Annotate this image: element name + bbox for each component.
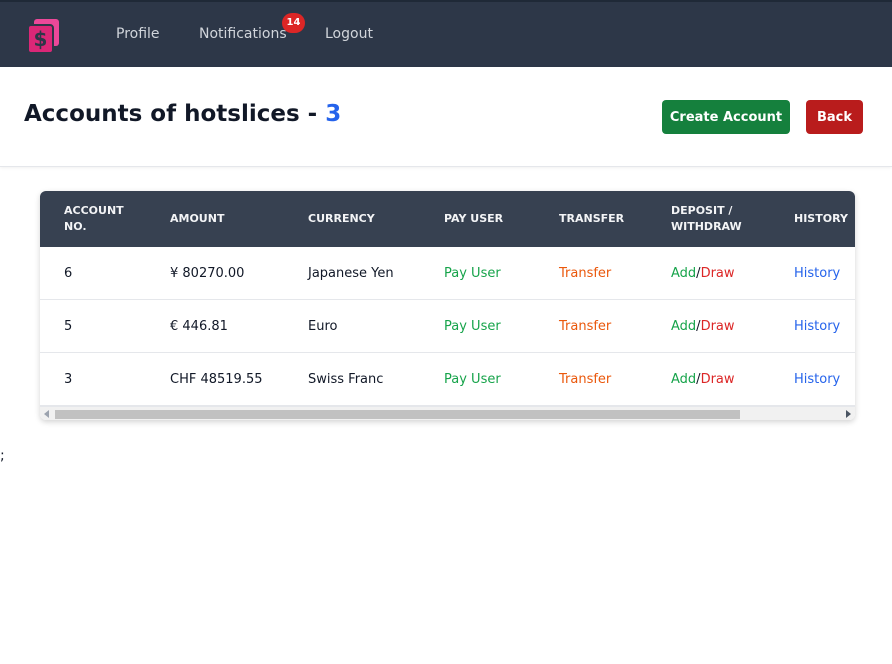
nav-notifications-link[interactable]: Notifications	[199, 26, 287, 42]
nav-profile-link[interactable]: Profile	[116, 26, 160, 42]
column-header-deposit-withdraw: Deposit / Withdraw	[671, 204, 742, 233]
column-header-currency: Currency	[308, 212, 375, 225]
column-header-pay-user: Pay User	[444, 212, 504, 225]
amount-cell: CHF 48519.55	[170, 371, 263, 387]
transfer-link[interactable]: Transfer	[559, 353, 659, 405]
draw-link[interactable]: Draw	[701, 266, 735, 281]
back-button[interactable]: Back	[806, 100, 863, 134]
deposit-withdraw-cell: Add / Draw	[671, 300, 781, 352]
column-header-transfer: Transfer	[559, 212, 625, 225]
notifications-count-badge: 14	[282, 13, 305, 33]
account-number-cell: 5	[64, 318, 73, 334]
transfer-link[interactable]: Transfer	[559, 247, 659, 299]
accounts-table: Account No. Amount Currency Pay User Tran…	[40, 191, 855, 420]
amount-cell: € 446.81	[170, 318, 228, 334]
horizontal-scrollbar[interactable]	[40, 406, 855, 420]
page-title: Accounts of hotslices - 3	[24, 101, 341, 127]
history-link[interactable]: History	[794, 247, 855, 299]
pay-user-link[interactable]: Pay User	[444, 353, 544, 405]
create-account-button[interactable]: Create Account	[662, 100, 790, 134]
deposit-withdraw-cell: Add / Draw	[671, 353, 781, 405]
history-link[interactable]: History	[794, 353, 855, 405]
currency-cell: Euro	[308, 318, 338, 334]
account-count: 3	[325, 101, 342, 127]
page-title-text: Accounts of hotslices -	[24, 101, 326, 127]
stray-text: ;	[0, 448, 5, 464]
page-header: Accounts of hotslices - 3 Create Account…	[0, 67, 892, 167]
currency-cell: Swiss Franc	[308, 371, 384, 387]
table-header: Account No. Amount Currency Pay User Tran…	[40, 191, 855, 247]
scroll-thumb[interactable]	[55, 410, 740, 419]
add-link[interactable]: Add	[671, 319, 696, 334]
account-number-cell: 3	[64, 371, 73, 387]
add-link[interactable]: Add	[671, 266, 696, 281]
column-header-amount: Amount	[170, 212, 225, 225]
amount-cell: ¥ 80270.00	[170, 265, 245, 281]
deposit-withdraw-cell: Add / Draw	[671, 247, 781, 299]
scroll-right-arrow-icon[interactable]	[846, 410, 851, 418]
draw-link[interactable]: Draw	[701, 319, 735, 334]
nav-logout-link[interactable]: Logout	[325, 26, 373, 42]
table-row: 3 CHF 48519.55 Swiss Franc Pay User Tran…	[40, 353, 855, 406]
add-link[interactable]: Add	[671, 372, 696, 387]
table-row: 5 € 446.81 Euro Pay User Transfer Add / Dr…	[40, 300, 855, 353]
pay-user-link[interactable]: Pay User	[444, 247, 544, 299]
top-navbar: $ Profile Notifications 14 Logout	[0, 0, 892, 67]
table-row: 6 ¥ 80270.00 Japanese Yen Pay User Trans…	[40, 247, 855, 300]
column-header-history: History	[794, 212, 848, 225]
scroll-left-arrow-icon[interactable]	[44, 410, 49, 418]
dollar-bill-icon[interactable]: $	[28, 19, 59, 53]
transfer-link[interactable]: Transfer	[559, 300, 659, 352]
currency-cell: Japanese Yen	[308, 265, 394, 281]
svg-text:$: $	[34, 27, 48, 51]
history-link[interactable]: History	[794, 300, 855, 352]
pay-user-link[interactable]: Pay User	[444, 300, 544, 352]
column-header-account-no: Account No.	[64, 204, 124, 233]
draw-link[interactable]: Draw	[701, 372, 735, 387]
account-number-cell: 6	[64, 265, 73, 281]
